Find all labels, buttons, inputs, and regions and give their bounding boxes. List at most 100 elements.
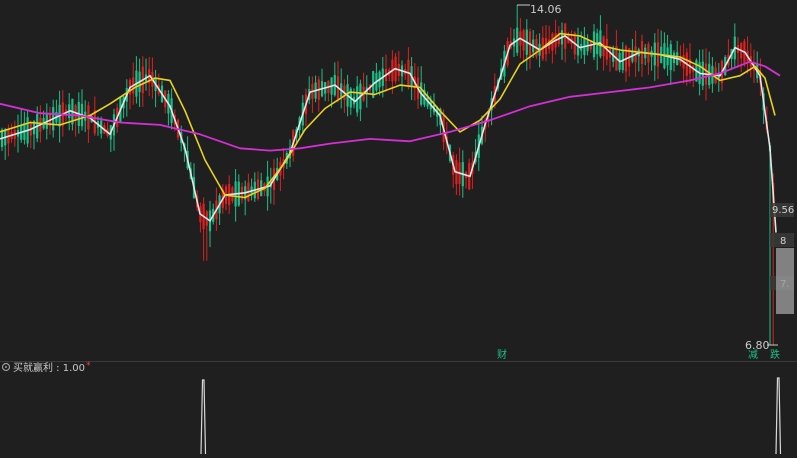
candle <box>276 157 279 182</box>
candle <box>660 30 663 64</box>
candle <box>132 62 135 105</box>
candle <box>352 88 356 109</box>
candle <box>397 50 400 82</box>
candle <box>260 172 263 197</box>
candle <box>407 47 410 90</box>
candle <box>628 47 631 77</box>
candle <box>589 40 592 53</box>
high-price-marker: 14.06 <box>517 3 562 16</box>
candle <box>679 45 682 67</box>
candle <box>544 24 548 62</box>
candle <box>717 63 720 92</box>
candle <box>311 76 314 113</box>
candle <box>551 32 554 64</box>
candle <box>247 173 250 202</box>
candle <box>320 68 324 98</box>
candle <box>154 69 157 108</box>
candle <box>384 54 388 92</box>
candle <box>557 26 560 48</box>
candle <box>688 43 692 84</box>
candle <box>740 42 743 73</box>
candle <box>669 40 672 86</box>
candle <box>250 178 253 201</box>
candle <box>583 26 586 65</box>
candle <box>464 170 468 189</box>
candle <box>167 90 170 126</box>
candle <box>199 202 202 233</box>
indicator-title: 买就赢利 : 1.00 <box>13 361 85 374</box>
candle <box>256 171 260 201</box>
candle <box>359 79 362 122</box>
candle <box>714 61 717 85</box>
candle <box>708 51 711 89</box>
candle <box>324 82 327 102</box>
candle <box>202 197 205 261</box>
candle <box>733 23 736 69</box>
event-marker-finance: 财 <box>497 348 507 361</box>
candle <box>663 32 666 70</box>
candle <box>516 5 519 56</box>
candle <box>141 56 144 107</box>
candle <box>93 96 96 136</box>
candle <box>599 15 602 59</box>
candle <box>644 43 647 66</box>
indicator-header[interactable]: 买就赢利 : 1.00 * <box>1 361 92 374</box>
candle <box>375 62 378 93</box>
candle <box>135 56 138 104</box>
candle <box>55 99 58 125</box>
indicator-spike <box>775 377 782 455</box>
candle <box>564 22 567 63</box>
candle <box>340 68 343 109</box>
candle <box>308 76 311 105</box>
candle <box>653 33 656 81</box>
candle <box>112 108 116 151</box>
candle <box>596 28 599 71</box>
candle <box>637 47 640 72</box>
candle <box>650 46 653 71</box>
candle <box>615 30 618 71</box>
candle <box>560 22 564 60</box>
candle <box>208 200 212 248</box>
candle <box>458 147 461 196</box>
candle <box>541 26 544 61</box>
candle <box>608 45 612 72</box>
candle <box>87 101 90 143</box>
indicator-title-mark: * <box>86 361 91 371</box>
candle <box>279 157 282 191</box>
candle <box>218 193 221 226</box>
candle <box>237 174 240 207</box>
candle <box>676 40 679 66</box>
candle <box>455 154 458 195</box>
candle <box>128 78 132 110</box>
candle <box>349 87 352 115</box>
candle <box>23 111 26 145</box>
candle <box>640 34 644 77</box>
candle <box>336 61 340 103</box>
candle <box>10 123 13 143</box>
indicator-panel <box>200 377 782 455</box>
right-axis-range-bar <box>776 248 794 314</box>
candle <box>253 172 256 202</box>
candle <box>362 72 365 102</box>
candle <box>4 127 7 160</box>
chart-stage: 14.06 9.56 8 7. 6.80 财 减 跌 买就赢利 : 1.00 <box>0 0 797 455</box>
event-marker-fall: 跌 <box>770 348 780 361</box>
candle <box>647 41 650 75</box>
ma-lines-layer <box>0 32 781 233</box>
candle <box>388 67 391 82</box>
candle <box>736 37 740 68</box>
candle <box>80 89 84 131</box>
candle <box>333 62 336 97</box>
candle <box>602 35 605 71</box>
candle <box>224 184 228 211</box>
candle <box>528 28 532 70</box>
high-price-label: 14.06 <box>530 3 562 16</box>
candle <box>314 75 317 103</box>
candle <box>106 121 109 138</box>
candle <box>420 66 423 107</box>
candlestick-chart: 14.06 9.56 8 7. 6.80 财 减 跌 买就赢利 : 1.00 <box>0 3 797 455</box>
candle <box>29 120 32 149</box>
candle <box>605 23 608 66</box>
right-tick-2: 8 <box>780 236 786 247</box>
right-tick-1: 9.56 <box>772 205 794 216</box>
